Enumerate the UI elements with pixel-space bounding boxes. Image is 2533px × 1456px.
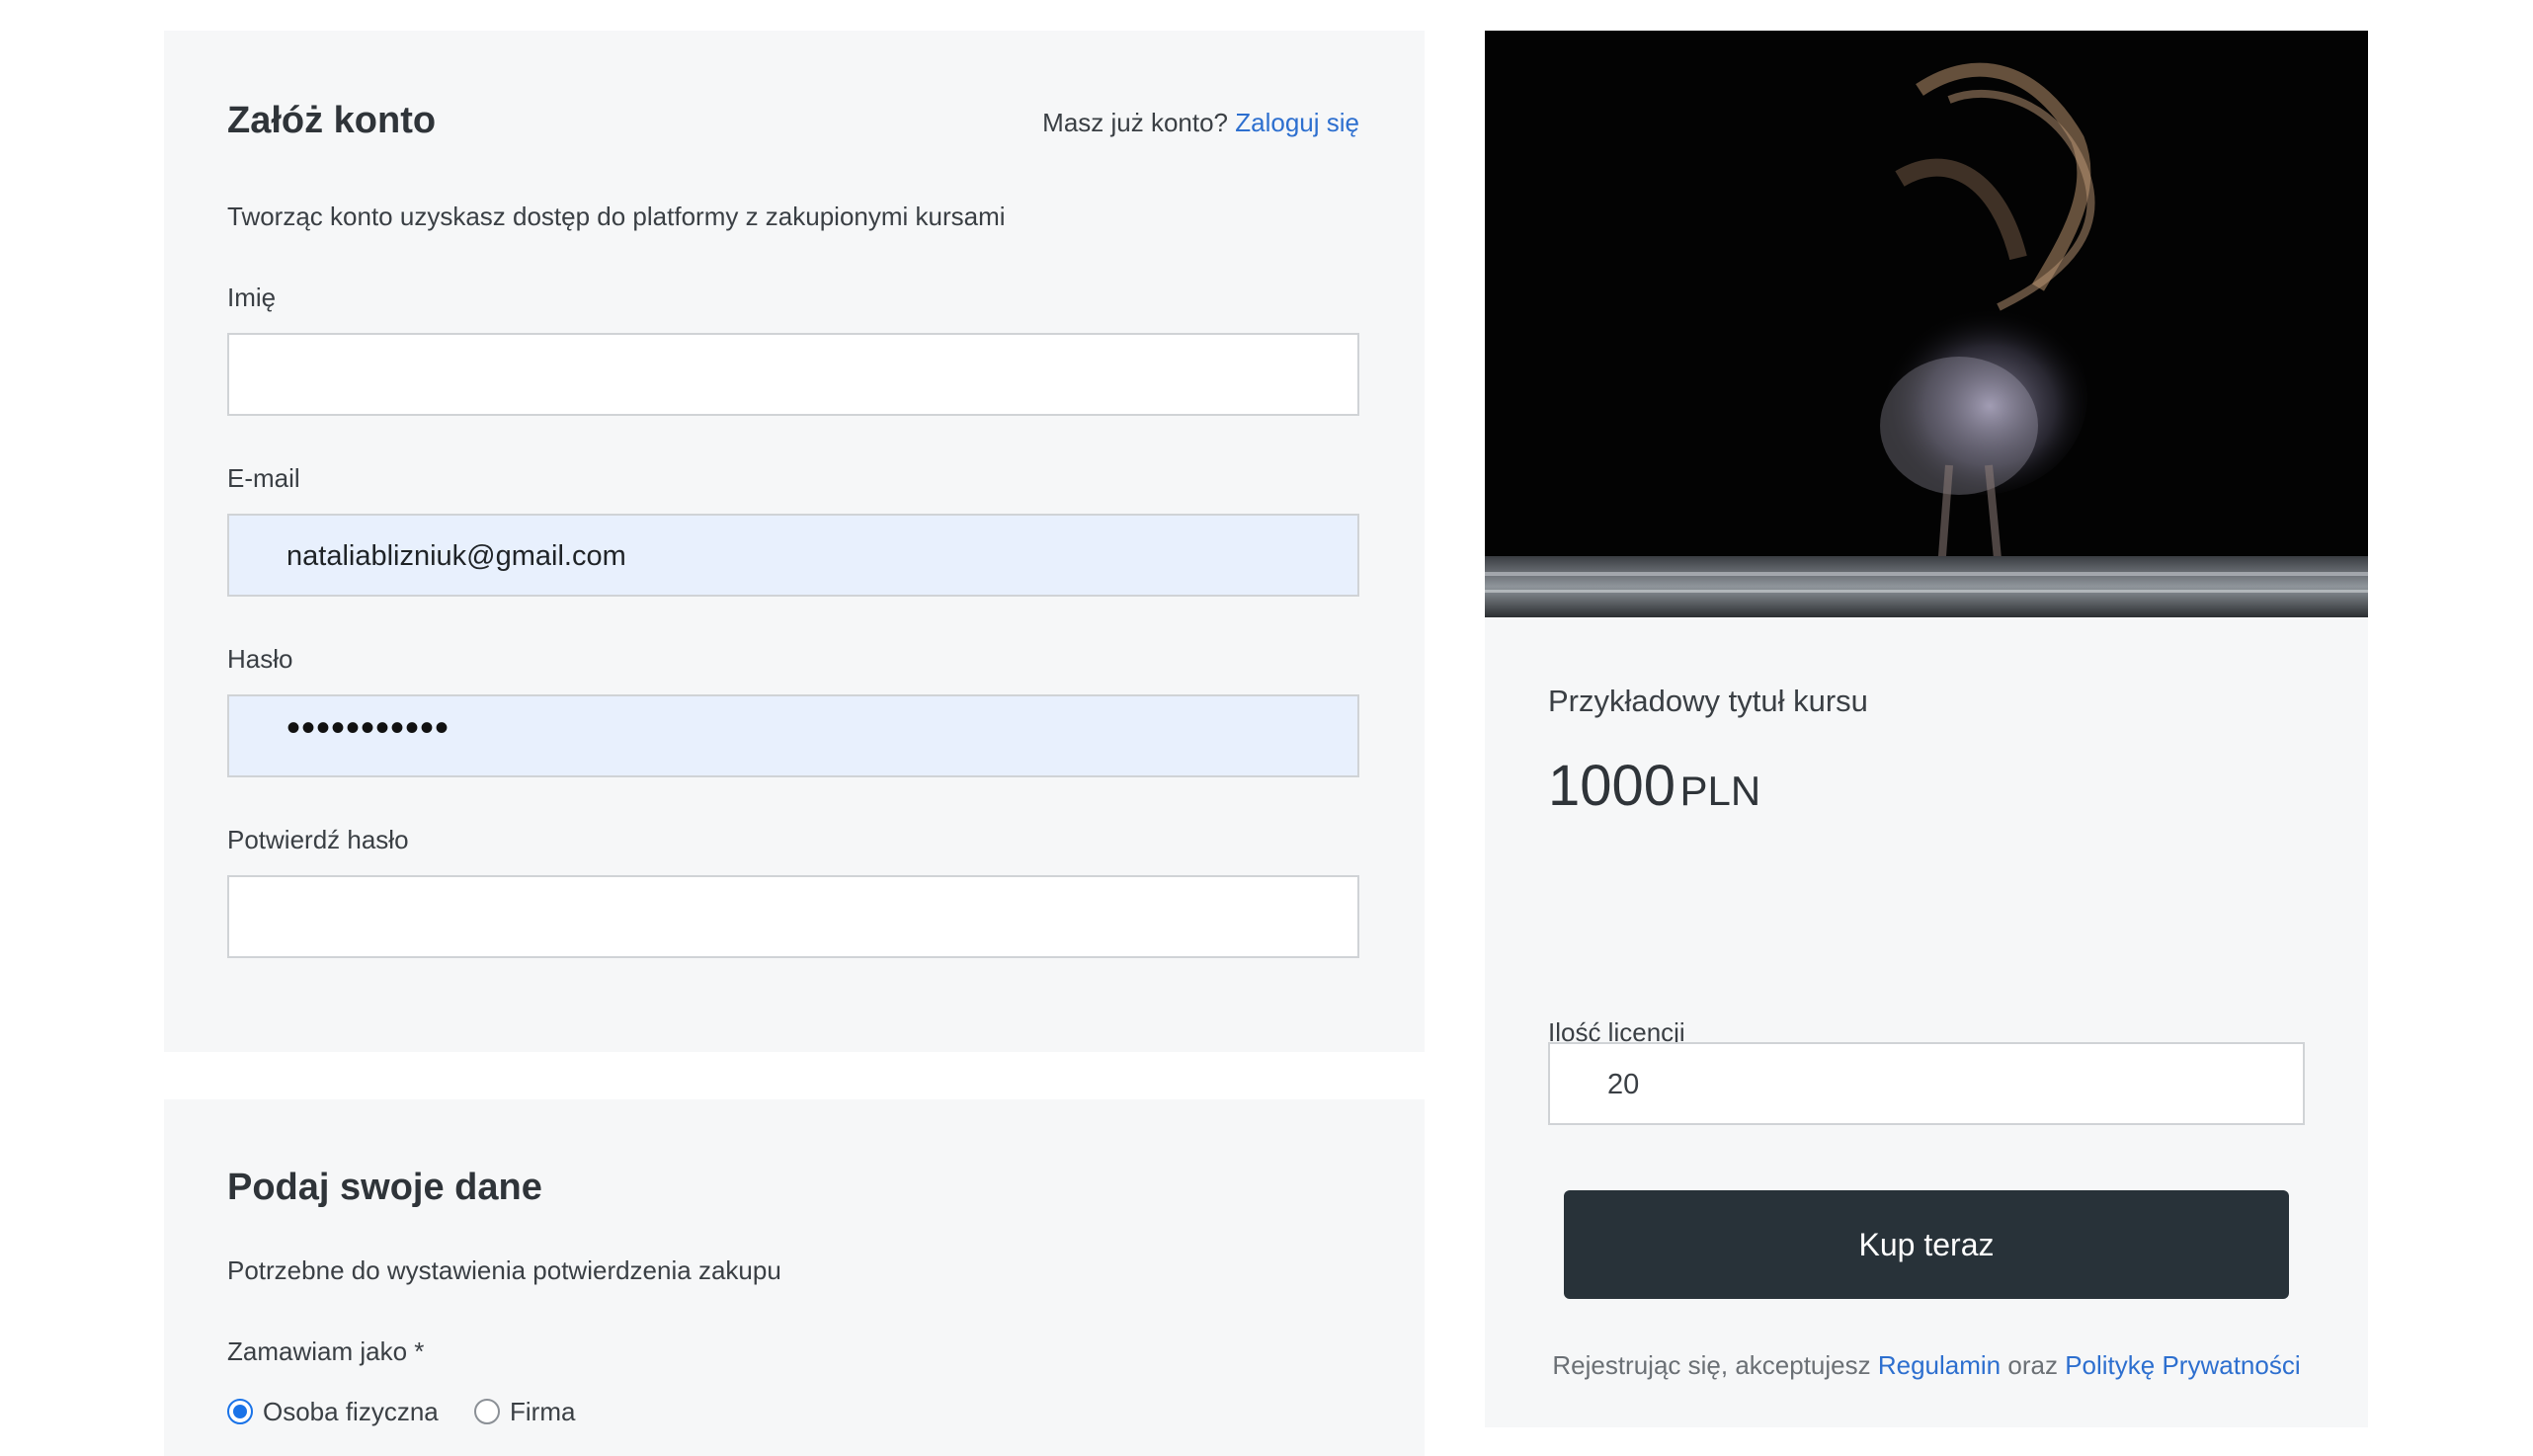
- name-label: Imię: [227, 283, 277, 312]
- buy-now-button[interactable]: Kup teraz: [1564, 1190, 2289, 1299]
- regulamin-link[interactable]: Regulamin: [1878, 1350, 2001, 1380]
- create-account-title: Załóż konto: [227, 100, 437, 141]
- email-value: nataliablizniuk@gmail.com: [286, 540, 626, 572]
- price-amount: 1000: [1548, 754, 1676, 818]
- price-currency: PLN: [1679, 768, 1761, 814]
- your-details-subtitle: Potrzebne do wystawienia potwierdzenia z…: [227, 1255, 781, 1285]
- terms-prefix: Rejestrując się, akceptujesz: [1552, 1350, 1871, 1380]
- name-input[interactable]: [227, 333, 1359, 416]
- confirm-password-label: Potwierdź hasło: [227, 825, 409, 854]
- license-count-value: 20: [1607, 1069, 1640, 1100]
- your-details-title: Podaj swoje dane: [227, 1167, 542, 1208]
- create-account-panel: Załóż konto Masz już konto? Zaloguj się …: [164, 31, 1425, 1052]
- your-details-panel: Podaj swoje dane Potrzebne do wystawieni…: [164, 1099, 1425, 1456]
- company-radio[interactable]: [474, 1399, 500, 1424]
- confirm-password-input[interactable]: [227, 875, 1359, 958]
- password-label: Hasło: [227, 644, 293, 674]
- person-radio-label[interactable]: Osoba fizyczna: [263, 1399, 439, 1424]
- terms-notice: Rejestrując się, akceptujesz Regulamin o…: [1544, 1341, 2309, 1389]
- login-prompt: Masz już konto? Zaloguj się: [1042, 110, 1359, 135]
- course-title: Przykładowy tytuł kursu: [1548, 684, 1868, 718]
- email-label: E-mail: [227, 463, 300, 493]
- company-radio-label[interactable]: Firma: [510, 1399, 575, 1424]
- course-price: 1000 PLN: [1548, 758, 1760, 815]
- product-panel: Przykładowy tytuł kursu 1000 PLN Ilość l…: [1485, 31, 2368, 1427]
- person-radio[interactable]: [227, 1399, 253, 1424]
- login-link[interactable]: Zaloguj się: [1235, 108, 1359, 137]
- radio-option-company[interactable]: Firma: [474, 1397, 575, 1426]
- password-input[interactable]: •••••••••••: [227, 694, 1359, 777]
- create-account-subtitle: Tworząc konto uzyskasz dostęp do platfor…: [227, 202, 1006, 231]
- privacy-policy-link[interactable]: Politykę Prywatności: [2065, 1350, 2300, 1380]
- login-prompt-text: Masz już konto?: [1042, 108, 1229, 137]
- password-value: •••••••••••: [286, 706, 450, 750]
- radio-option-person[interactable]: Osoba fizyczna: [227, 1397, 439, 1426]
- terms-oraz: oraz: [2007, 1350, 2058, 1380]
- order-as-label: Zamawiam jako *: [227, 1336, 425, 1366]
- license-count-input[interactable]: 20: [1548, 1042, 2305, 1125]
- course-image: [1485, 31, 2368, 617]
- email-input[interactable]: nataliablizniuk@gmail.com: [227, 514, 1359, 597]
- dancer-photo-icon: [1485, 31, 2368, 617]
